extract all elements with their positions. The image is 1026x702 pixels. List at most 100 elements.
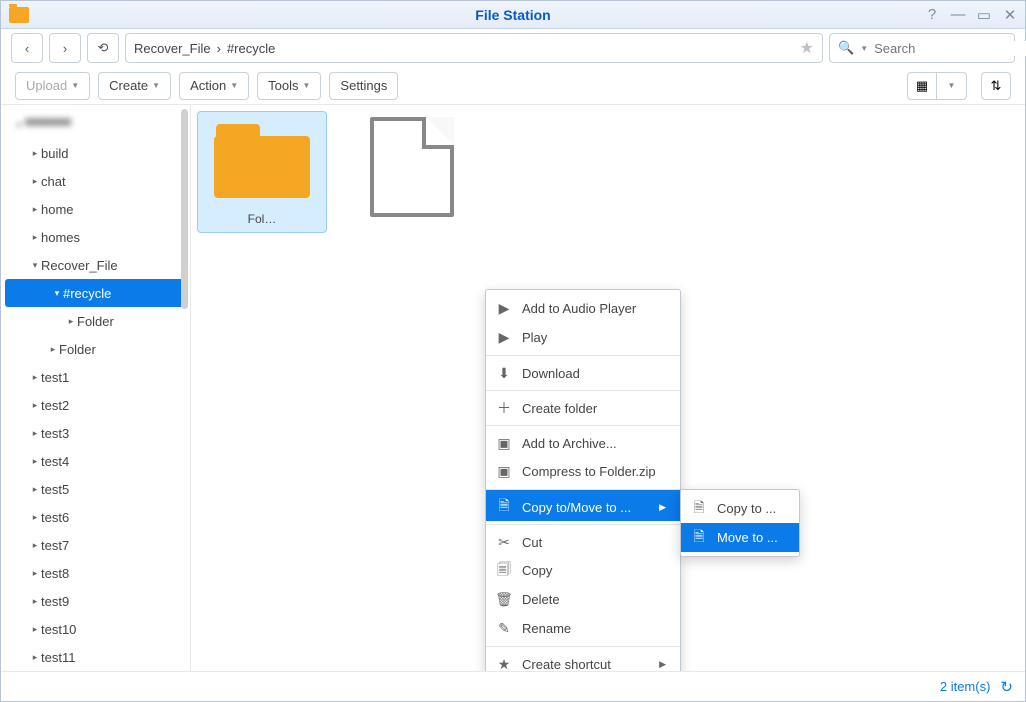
view-dropdown-button[interactable]: ▼ <box>937 72 967 100</box>
tree-item-label: test11 <box>41 650 75 665</box>
tree-item-chat[interactable]: ▸chat <box>1 167 190 195</box>
menu-copy-move[interactable]: 🗎Copy to/Move to ...▶ <box>486 489 680 521</box>
cut-icon: ✂ <box>496 534 512 550</box>
breadcrumb-part[interactable]: #recycle <box>227 41 275 56</box>
sidebar-scrollbar[interactable] <box>181 109 188 309</box>
tree-item-test8[interactable]: ▸test8 <box>1 559 190 587</box>
tree-item-label: test6 <box>41 510 69 525</box>
submenu-move-to[interactable]: 🗎Move to ... <box>681 523 799 552</box>
chevron-icon: ▸ <box>29 372 41 383</box>
play-icon: ▶ <box>496 330 512 346</box>
sort-button[interactable]: ⇅ <box>981 72 1011 100</box>
context-submenu: 🗎Copy to ... 🗎Move to ... <box>680 489 800 557</box>
tree-item-label: #recycle <box>63 286 111 301</box>
reload-button[interactable]: ⟲ <box>87 33 119 63</box>
create-button[interactable]: Create▼ <box>98 72 171 100</box>
submenu-copy-to[interactable]: 🗎Copy to ... <box>681 494 799 523</box>
tree-item-label: homes <box>41 230 80 245</box>
chevron-icon: ▸ <box>47 344 59 355</box>
trash-icon: 🗑 <box>496 592 512 608</box>
menu-delete[interactable]: 🗑Delete <box>486 585 680 614</box>
search-dropdown-icon[interactable]: ▼ <box>860 44 868 53</box>
upload-button[interactable]: Upload▼ <box>15 72 90 100</box>
plus-icon: ＋ <box>496 400 512 416</box>
forward-button[interactable]: › <box>49 33 81 63</box>
chevron-icon: ▸ <box>29 232 41 243</box>
tree-item-label: test7 <box>41 538 69 553</box>
copy-to-icon: 🗎 <box>691 501 707 517</box>
back-button[interactable]: ‹ <box>11 33 43 63</box>
tree-item-label: test2 <box>41 398 69 413</box>
file-label: Fol… <box>204 212 320 226</box>
maximize-icon[interactable]: ▭ <box>973 6 995 24</box>
tree-item-label: test5 <box>41 482 69 497</box>
tree-item-label: Recover_File <box>41 258 118 273</box>
star-icon: ★ <box>496 656 512 671</box>
folder-item[interactable]: Fol… <box>197 111 327 233</box>
submenu-arrow-icon: ▶ <box>659 659 666 670</box>
tree-item-label: test8 <box>41 566 69 581</box>
favorite-icon[interactable]: ★ <box>800 38 814 58</box>
action-button[interactable]: Action▼ <box>179 72 249 100</box>
menu-add-archive[interactable]: ▣Add to Archive... <box>486 425 680 457</box>
folder-icon <box>208 118 316 206</box>
menu-cut[interactable]: ✂Cut <box>486 524 680 556</box>
tree-item-label: home <box>41 202 74 217</box>
tree-item-test9[interactable]: ▸test9 <box>1 587 190 615</box>
tree-item-test6[interactable]: ▸test6 <box>1 503 190 531</box>
view-thumbnail-button[interactable]: ▦ <box>907 72 937 100</box>
chevron-icon: ▸ <box>29 428 41 439</box>
tree-item-test1[interactable]: ▸test1 <box>1 363 190 391</box>
tree-item-test3[interactable]: ▸test3 <box>1 419 190 447</box>
tree-item-test7[interactable]: ▸test7 <box>1 531 190 559</box>
refresh-icon[interactable]: ↻ <box>1000 678 1013 696</box>
menu-create-folder[interactable]: ＋Create folder <box>486 390 680 422</box>
tree-item-test5[interactable]: ▸test5 <box>1 475 190 503</box>
status-bar: 2 item(s) ↻ <box>1 671 1025 701</box>
menu-add-audio[interactable]: ▶Add to Audio Player <box>486 294 680 323</box>
copy-move-icon: 🗎 <box>496 499 512 515</box>
tree-item-test4[interactable]: ▸test4 <box>1 447 190 475</box>
chevron-icon: ▸ <box>29 204 41 215</box>
chevron-icon: ▸ <box>65 316 77 327</box>
close-icon[interactable]: ✕ <box>999 6 1021 24</box>
menu-play[interactable]: ▶Play <box>486 323 680 352</box>
tree-item-folder[interactable]: ▸Folder <box>1 307 190 335</box>
search-input[interactable] <box>874 41 1026 56</box>
menu-copy[interactable]: 🗐Copy <box>486 556 680 585</box>
tree-item-build[interactable]: ▸build <box>1 139 190 167</box>
tree-item-recoverfile[interactable]: ▾Recover_File <box>1 251 190 279</box>
tree-item-test10[interactable]: ▸test10 <box>1 615 190 643</box>
search-box[interactable]: 🔍 ▼ <box>829 33 1015 63</box>
context-menu: ▶Add to Audio Player ▶Play ⬇Download ＋Cr… <box>485 289 681 671</box>
tree-item-home[interactable]: ▸home <box>1 195 190 223</box>
file-item[interactable] <box>347 111 477 229</box>
minimize-icon[interactable]: — <box>947 6 969 24</box>
menu-rename[interactable]: ✎Rename <box>486 614 680 643</box>
chevron-icon: ▸ <box>29 540 41 551</box>
file-icon <box>370 117 454 217</box>
settings-button[interactable]: Settings <box>329 72 398 100</box>
tree-item-folder[interactable]: ▸Folder <box>1 335 190 363</box>
tree-item-test11[interactable]: ▸test11 <box>1 643 190 671</box>
tree-item-homes[interactable]: ▸homes <box>1 223 190 251</box>
tools-button[interactable]: Tools▼ <box>257 72 321 100</box>
menu-shortcut[interactable]: ★Create shortcut▶ <box>486 646 680 671</box>
menu-download[interactable]: ⬇Download <box>486 355 680 387</box>
chevron-icon: ▾ <box>51 288 63 299</box>
tree-item-test2[interactable]: ▸test2 <box>1 391 190 419</box>
breadcrumb[interactable]: Recover_File › #recycle ★ <box>125 33 823 63</box>
tree-item-label: build <box>41 146 68 161</box>
menu-compress[interactable]: ▣Compress to Folder.zip <box>486 457 680 486</box>
help-icon[interactable]: ? <box>921 6 943 24</box>
chevron-icon: ▸ <box>29 484 41 495</box>
tree-item-recycle[interactable]: ▾#recycle <box>5 279 186 307</box>
window-title: File Station <box>475 7 550 23</box>
tree-root[interactable]: ▾▀▀▀▀▀ <box>1 111 190 139</box>
archive-icon: ▣ <box>496 435 512 451</box>
breadcrumb-part[interactable]: Recover_File <box>134 41 211 56</box>
action-toolbar: Upload▼ Create▼ Action▼ Tools▼ Settings … <box>1 67 1025 105</box>
file-content-area[interactable]: Fol… ▶Add to Audio Player ▶Play ⬇Downloa… <box>191 105 1025 671</box>
search-icon: 🔍 <box>838 40 854 56</box>
chevron-icon: ▸ <box>29 596 41 607</box>
